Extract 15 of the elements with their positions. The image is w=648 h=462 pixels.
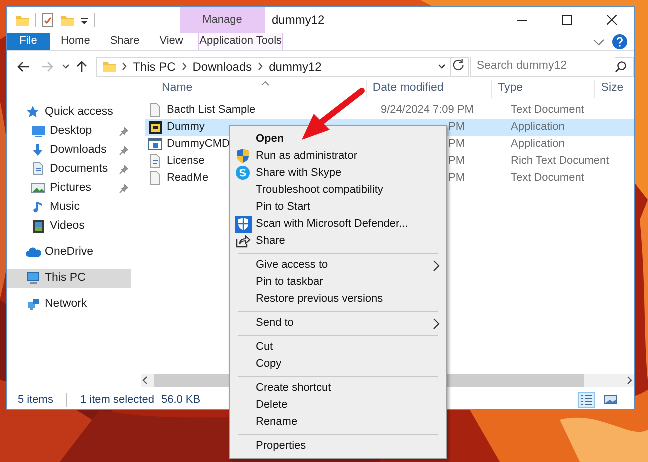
date-modified: PM bbox=[448, 137, 465, 152]
file-type: Application bbox=[511, 121, 565, 134]
window-title: dummy12 bbox=[272, 12, 325, 29]
file-type: Text Document bbox=[511, 172, 584, 184]
date-modified: PM bbox=[448, 120, 465, 136]
date-modified: PM bbox=[448, 171, 465, 186]
item-count: 5 items bbox=[18, 392, 54, 408]
date-modified: PM bbox=[448, 154, 465, 170]
selection-count: 1 item selected bbox=[80, 392, 154, 408]
file-type: Text Document bbox=[511, 104, 584, 116]
file-type: Rich Text Document bbox=[511, 155, 610, 168]
contextual-tab-group: Manage bbox=[180, 7, 265, 33]
file-type: Application bbox=[511, 138, 565, 150]
date-modified: 9/24/2024 7:09 PM bbox=[381, 103, 474, 118]
selection-size: 56.0 KB bbox=[161, 392, 201, 408]
